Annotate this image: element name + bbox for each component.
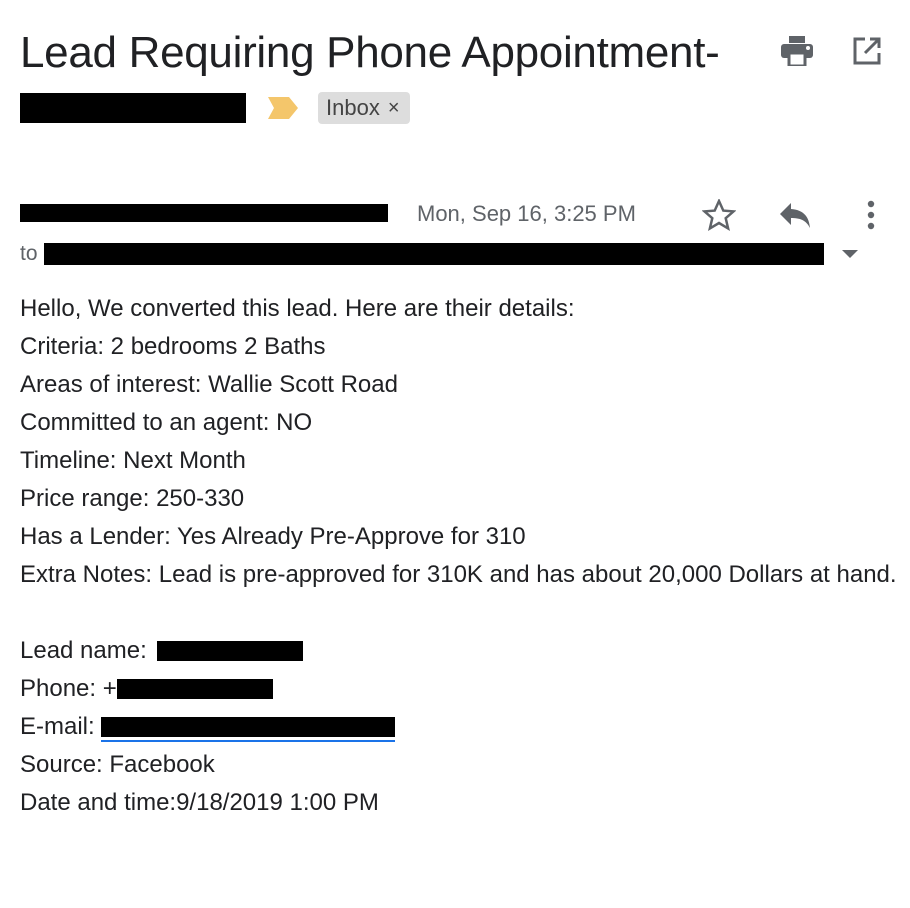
star-icon[interactable]: [702, 198, 736, 232]
subject-line-2: Inbox ×: [20, 86, 410, 130]
print-icon[interactable]: [780, 34, 814, 68]
redacted-sender-name: [20, 204, 388, 222]
message-header: Mon, Sep 16, 3:25 PM: [20, 198, 890, 232]
redacted-recipients: [43, 243, 824, 265]
more-vert-icon[interactable]: [854, 198, 888, 232]
body-source: Source: Facebook: [20, 751, 215, 778]
inbox-label-text: Inbox: [326, 95, 380, 120]
body-datetime: Date and time:9/18/2019 1:00 PM: [20, 789, 379, 816]
redacted-email: [101, 716, 396, 737]
body-greeting: Hello, We converted this lead. Here are …: [20, 295, 575, 322]
body-timeline: Timeline: Next Month: [20, 447, 246, 474]
email-label: E-mail:: [20, 713, 95, 740]
body-areas: Areas of interest: Wallie Scott Road: [20, 371, 398, 398]
email-link[interactable]: [101, 708, 396, 746]
inbox-label-chip[interactable]: Inbox ×: [318, 92, 410, 124]
dropdown-caret-icon[interactable]: [842, 250, 858, 258]
email-subject: Lead Requiring Phone Appointment-: [20, 28, 720, 77]
label-arrow-icon[interactable]: [268, 97, 298, 119]
redacted-lead-name: [157, 640, 304, 661]
body-notes: Extra Notes: Lead is pre-approved for 31…: [20, 561, 897, 588]
body-price: Price range: 250-330: [20, 485, 245, 512]
body-criteria: Criteria: 2 bedrooms 2 Baths: [20, 333, 326, 360]
redacted-phone: [116, 678, 273, 699]
email-line: E-mail:: [20, 708, 905, 746]
link-underline: [101, 740, 396, 742]
lead-name-line: Lead name:: [20, 632, 905, 670]
phone-line: Phone: +: [20, 670, 905, 708]
redacted-subject-name: [20, 93, 246, 123]
recipients-row: to: [20, 240, 824, 268]
message-date: Mon, Sep 16, 3:25 PM: [417, 201, 636, 226]
lead-name-label: Lead name:: [20, 637, 147, 664]
body-committed: Committed to an agent: NO: [20, 409, 313, 436]
phone-label: Phone: +: [20, 675, 117, 702]
body-lender: Has a Lender: Yes Already Pre-Approve fo…: [20, 523, 526, 550]
remove-label-button[interactable]: ×: [388, 97, 400, 120]
to-label: to: [20, 242, 38, 265]
open-new-window-icon[interactable]: [850, 34, 884, 68]
reply-icon[interactable]: [778, 198, 812, 232]
subject-toolbar: [780, 34, 884, 68]
message-actions: [702, 198, 888, 232]
message-body: Hello, We converted this lead. Here are …: [20, 290, 905, 822]
